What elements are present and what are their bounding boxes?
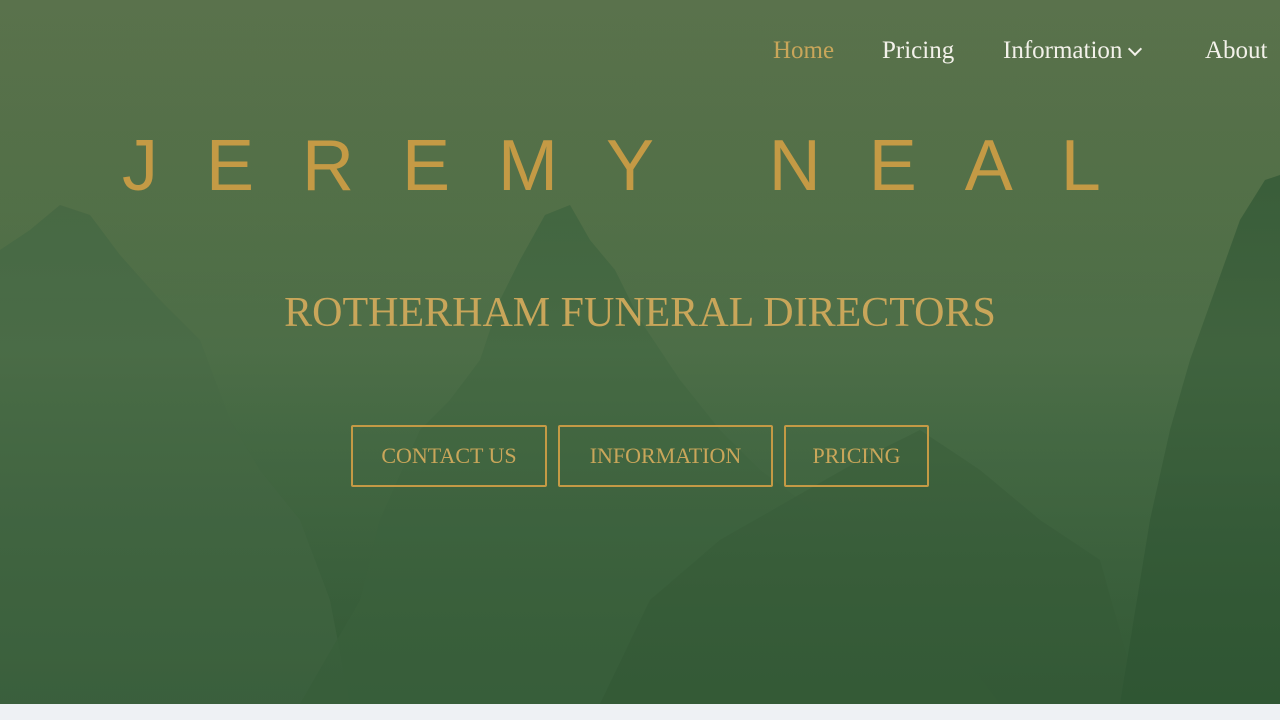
information-button[interactable]: INFORMATION	[558, 425, 773, 487]
chevron-down-icon	[1128, 41, 1143, 57]
brand-name: JEREMY NEAL	[122, 126, 1149, 206]
contact-us-button[interactable]: CONTACT US	[351, 425, 547, 487]
hero-subtitle: ROTHERHAM FUNERAL DIRECTORS	[284, 290, 996, 336]
page-content-edge	[0, 704, 1280, 720]
hero-section: Home Pricing Information About JEREMY NE…	[0, 0, 1280, 704]
nav-item-about[interactable]: About	[1205, 34, 1268, 68]
nav-item-information[interactable]: Information	[1003, 34, 1143, 68]
main-navigation: Home Pricing Information About	[0, 34, 1280, 68]
pricing-button[interactable]: PRICING	[784, 425, 929, 487]
nav-item-information-label: Information	[1003, 37, 1123, 64]
mountain-background-image	[0, 0, 1280, 704]
nav-item-pricing[interactable]: Pricing	[882, 34, 954, 68]
nav-item-home[interactable]: Home	[773, 34, 834, 68]
